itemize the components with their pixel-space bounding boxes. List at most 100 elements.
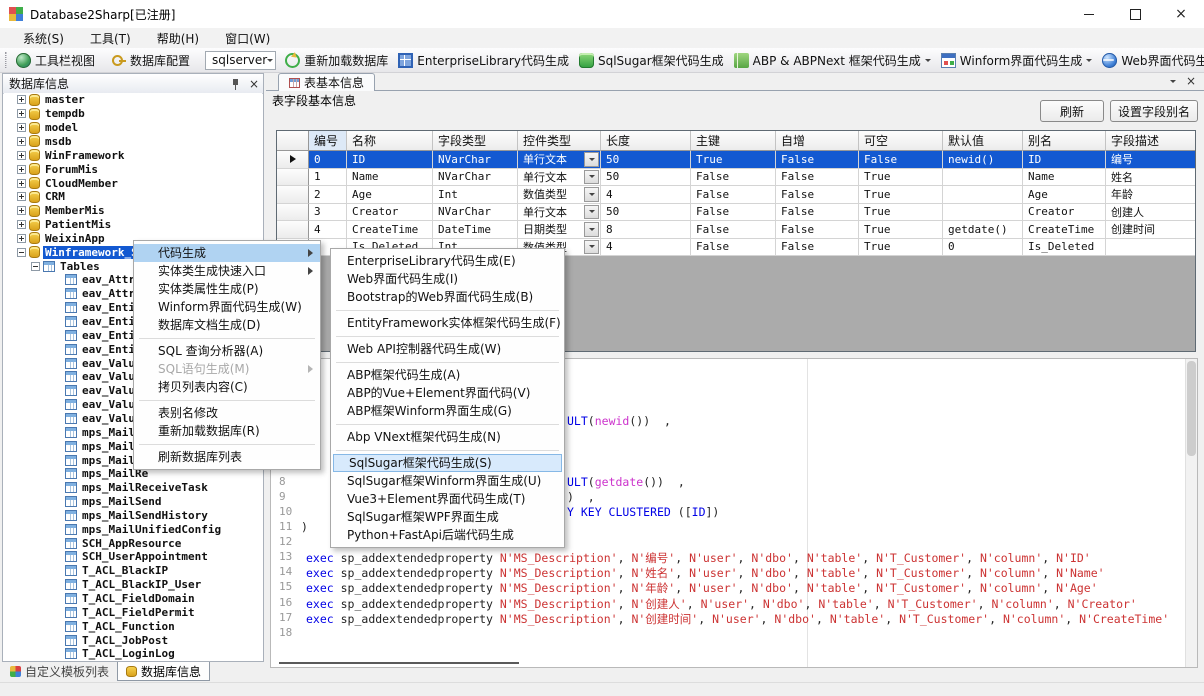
grid-cell[interactable]: Int (433, 186, 518, 204)
tree-table-item[interactable]: eav_Entity (4, 315, 150, 329)
grid-cell[interactable]: True (859, 204, 943, 222)
abp-codegen-button[interactable]: ABP & ABPNext 框架代码生成 (729, 50, 936, 71)
grid-column-header[interactable]: 编号 (309, 131, 347, 151)
reload-database-button[interactable]: 重新加载数据库 (280, 50, 393, 71)
menu-item-1[interactable]: 实体类生成快速入口 (134, 262, 320, 280)
menubar-item-1[interactable]: 工具(T) (77, 28, 144, 49)
tree-table-item[interactable]: mps_MailSendHistory (4, 509, 210, 523)
maximize-button[interactable] (1112, 0, 1158, 28)
chevron-down-icon[interactable] (1086, 59, 1092, 62)
grid-cell[interactable]: 日期类型 (518, 221, 601, 239)
grid-cell[interactable]: 4 (601, 186, 691, 204)
grid-cell[interactable]: 创建人 (1106, 204, 1196, 222)
grid-column-header[interactable]: 控件类型 (518, 131, 601, 151)
grid-cell[interactable]: True (859, 221, 943, 239)
menu-item-10[interactable]: ABP框架Winform界面生成(G) (331, 402, 564, 420)
grid-column-header[interactable]: 字段类型 (433, 131, 518, 151)
grid-column-header[interactable]: 长度 (601, 131, 691, 151)
tree-table-item[interactable]: eav_Value_ (4, 398, 150, 412)
menu-item-18[interactable]: Python+FastApi后端代码生成 (331, 526, 564, 544)
grid-cell[interactable]: 50 (601, 169, 691, 187)
grid-cell[interactable]: 编号 (1106, 151, 1196, 169)
grid-cell[interactable]: 姓名 (1106, 169, 1196, 187)
expand-icon[interactable] (17, 179, 26, 188)
winform-codegen-button[interactable]: Winform界面代码生成 (936, 50, 1098, 71)
panel-close-icon[interactable]: × (249, 78, 259, 90)
grid-cell[interactable]: True (859, 186, 943, 204)
expand-icon[interactable] (17, 95, 26, 104)
tree-table-item[interactable]: T_ACL_FieldPermit (4, 605, 197, 619)
expand-icon[interactable] (17, 220, 26, 229)
menu-item-11[interactable]: 重新加载数据库(R) (134, 422, 320, 440)
tree-database-item[interactable]: MemberMis (4, 204, 107, 218)
grid-cell[interactable]: NVarChar (433, 169, 518, 187)
grid-cell[interactable]: 创建时间 (1106, 221, 1196, 239)
menu-item-12[interactable]: Abp VNext框架代码生成(N) (331, 428, 564, 446)
grid-column-header[interactable]: 名称 (347, 131, 433, 151)
tab-table-basic-info[interactable]: 表基本信息 (278, 73, 375, 91)
grid-cell[interactable] (943, 169, 1023, 187)
tree-database-item[interactable]: CRM (4, 190, 67, 204)
tree-database-item[interactable]: WeixinApp (4, 232, 107, 246)
bottom-tab-inactive[interactable]: 自定义模板列表 (2, 662, 117, 681)
tree-table-item[interactable]: eav_Attrib (4, 287, 150, 301)
chevron-down-icon[interactable] (925, 59, 931, 62)
menu-item-14[interactable]: SqlSugar框架代码生成(S) (333, 454, 562, 472)
grid-cell[interactable]: 50 (601, 204, 691, 222)
grid-cell[interactable]: Creator (1023, 204, 1106, 222)
grid-row-header[interactable] (277, 204, 309, 222)
toolbar-grip[interactable] (5, 52, 7, 68)
grid-cell[interactable]: 数值类型 (518, 186, 601, 204)
grid-cell[interactable]: 年龄 (1106, 186, 1196, 204)
menu-item-3[interactable]: Winform界面代码生成(W) (134, 298, 320, 316)
grid-cell[interactable]: CreateTime (347, 221, 433, 239)
grid-column-header[interactable]: 可空 (859, 131, 943, 151)
tree-table-item[interactable]: T_ACL_LoginLog (4, 647, 177, 661)
grid-row-header[interactable] (277, 186, 309, 204)
menu-item-0[interactable]: 代码生成 (134, 244, 320, 262)
tab-list-dropdown-icon[interactable] (1170, 80, 1176, 83)
grid-cell[interactable]: 8 (601, 221, 691, 239)
tree-table-item[interactable]: T_ACL_BlackIP_User (4, 578, 203, 592)
tree-database-item[interactable]: PatientMis (4, 218, 113, 232)
pin-icon[interactable] (231, 78, 241, 90)
grid-cell[interactable]: CreateTime (1023, 221, 1106, 239)
grid-cell[interactable]: getdate() (943, 221, 1023, 239)
db-config-button[interactable]: 数据库配置 (106, 50, 195, 71)
tree-table-item[interactable]: mps_MailReceiveTask (4, 481, 210, 495)
menu-item-8[interactable]: 拷贝列表内容(C) (134, 378, 320, 396)
set-field-alias-button[interactable]: 设置字段别名 (1110, 100, 1198, 122)
grid-cell[interactable]: 单行文本 (518, 151, 601, 169)
grid-column-header[interactable]: 别名 (1023, 131, 1106, 151)
expand-icon[interactable] (17, 234, 26, 243)
menu-item-1[interactable]: Web界面代码生成(I) (331, 270, 564, 288)
tree-table-item[interactable]: eav_Value_ (4, 370, 150, 384)
expand-icon[interactable] (17, 206, 26, 215)
grid-cell[interactable]: True (691, 151, 776, 169)
minimize-button[interactable] (1066, 0, 1112, 28)
expand-icon[interactable] (17, 192, 26, 201)
editor-horizontal-scrollbar[interactable] (279, 662, 519, 664)
tree-database-item[interactable]: ForumMis (4, 162, 100, 176)
tree-table-item[interactable]: eav_Value_ (4, 412, 150, 426)
editor-vertical-scrollbar[interactable] (1185, 359, 1197, 667)
toolbar-view-button[interactable]: 工具栏视图 (11, 50, 100, 71)
grid-cell[interactable]: False (691, 239, 776, 257)
tree-table-item[interactable]: T_ACL_BlackIP (4, 564, 170, 578)
grid-row-header[interactable] (277, 221, 309, 239)
tree-table-item[interactable]: mps_MailUnifiedConfig (4, 522, 223, 536)
menu-item-13[interactable]: 刷新数据库列表 (134, 448, 320, 466)
tree-table-item[interactable]: mps_MailSend (4, 495, 163, 509)
grid-cell[interactable]: 单行文本 (518, 204, 601, 222)
cell-combobox-button[interactable] (584, 205, 599, 220)
grid-cell[interactable]: ID (1023, 151, 1106, 169)
grid-cell[interactable]: True (859, 169, 943, 187)
tree-table-item[interactable]: T_ACL_JobPost (4, 633, 170, 647)
tree-tables-node[interactable]: Tables (4, 259, 102, 273)
grid-cell[interactable]: False (776, 239, 859, 257)
menu-item-2[interactable]: Bootstrap的Web界面代码生成(B) (331, 288, 564, 306)
grid-cell[interactable]: 50 (601, 151, 691, 169)
grid-cell[interactable]: 0 (309, 151, 347, 169)
grid-cell[interactable] (943, 204, 1023, 222)
expand-icon[interactable] (17, 165, 26, 174)
